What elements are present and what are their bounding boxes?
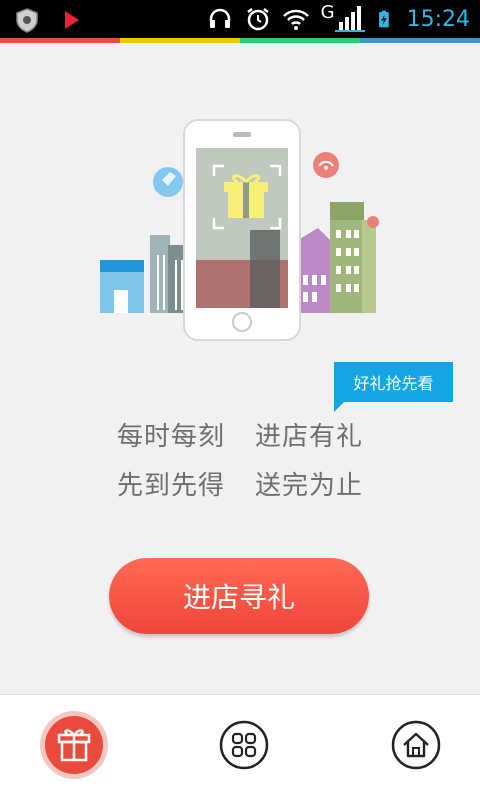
- nav-item-categories[interactable]: [208, 709, 280, 781]
- play-icon: [65, 11, 79, 29]
- grid-icon: [219, 720, 269, 770]
- wifi-pin-icon: [313, 152, 339, 178]
- enter-store-button[interactable]: 进店寻礼: [109, 558, 369, 634]
- slogan-text: 每时每刻: [116, 422, 225, 452]
- battery-icon: [378, 10, 389, 28]
- wifi-icon: [282, 9, 309, 30]
- gift-icon: [40, 711, 108, 779]
- slogan-text: 进店有礼: [255, 422, 364, 452]
- alarm-icon: [246, 8, 269, 31]
- price-tag-pin-icon: [153, 167, 183, 197]
- shield-icon: [16, 8, 38, 33]
- slogan-line-2: 先到先得 送完为止: [0, 465, 480, 502]
- promo-tag: 好礼抢先看: [334, 362, 453, 412]
- gift-box-icon: [224, 174, 268, 218]
- clock: 15:24: [406, 6, 470, 32]
- accent-stripe: [0, 38, 480, 43]
- slogan-text: 先到先得: [116, 471, 225, 501]
- city-phone-illustration: [100, 119, 379, 341]
- shop-building-icon: [100, 260, 144, 313]
- home-icon: [391, 720, 441, 770]
- slogan-line-1: 每时每刻 进店有礼: [0, 416, 480, 453]
- network-type: G: [320, 2, 335, 23]
- nav-item-gift[interactable]: [38, 709, 110, 781]
- headset-icon: [209, 8, 230, 28]
- status-bar: G 15:24: [0, 0, 480, 38]
- nav-item-home[interactable]: [380, 709, 452, 781]
- signal-icon: G: [320, 2, 365, 34]
- phone-icon: [183, 119, 301, 341]
- slogan-text: 送完为止: [255, 471, 364, 501]
- bottom-nav: [0, 694, 480, 801]
